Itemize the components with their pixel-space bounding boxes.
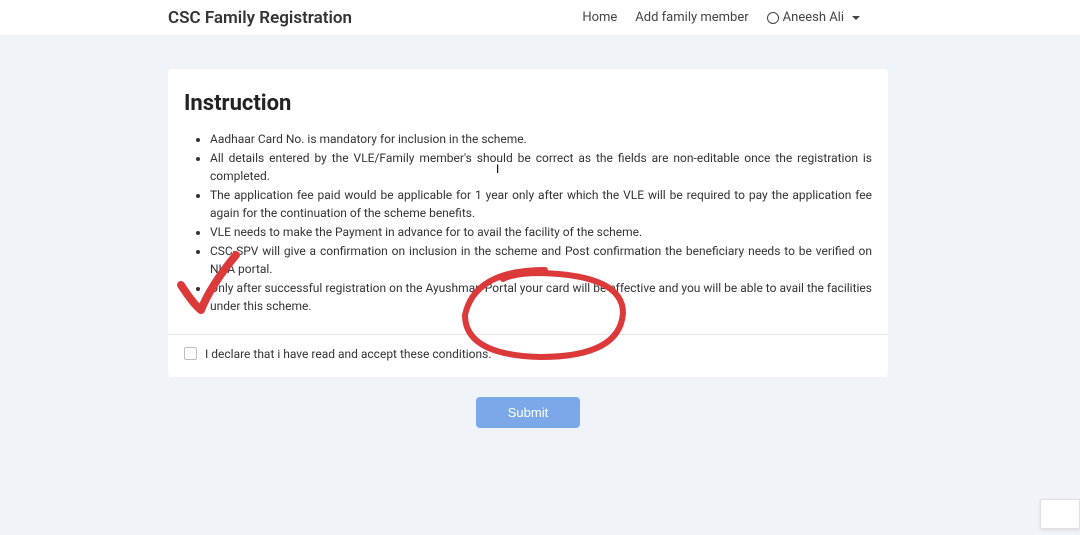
instruction-list: Aadhaar Card No. is mandatory for inclus… — [184, 130, 872, 316]
user-circle-icon — [767, 12, 779, 24]
instruction-heading: Instruction — [184, 91, 872, 116]
instruction-item: The application fee paid would be applic… — [210, 186, 872, 223]
instruction-card: Instruction Aadhaar Card No. is mandator… — [168, 69, 888, 377]
user-name-label: Aneesh Ali — [783, 10, 844, 25]
section-divider — [168, 334, 888, 335]
declaration-row: I declare that i have read and accept th… — [184, 347, 872, 361]
declare-label-text: I declare that i have read and accept th… — [205, 347, 492, 361]
user-menu-dropdown[interactable]: Aneesh Ali — [767, 10, 860, 25]
brand-title: CSC Family Registration — [168, 8, 352, 28]
recaptcha-badge — [1040, 499, 1080, 529]
declare-checkbox[interactable] — [184, 347, 197, 360]
instruction-item: All details entered by the VLE/Family me… — [210, 149, 872, 186]
top-navbar: CSC Family Registration Home Add family … — [0, 0, 1080, 35]
instruction-item: Only after successful registration on th… — [210, 279, 872, 316]
nav-right-group: Home Add family member Aneesh Ali — [582, 10, 1060, 25]
instruction-item: VLE needs to make the Payment in advance… — [210, 223, 872, 242]
nav-home-link[interactable]: Home — [582, 10, 617, 25]
submit-wrap: Submit — [168, 397, 888, 428]
main-container: Instruction Aadhaar Card No. is mandator… — [0, 35, 1080, 428]
submit-button[interactable]: Submit — [476, 397, 580, 428]
nav-add-member-link[interactable]: Add family member — [635, 10, 748, 25]
instruction-item: Aadhaar Card No. is mandatory for inclus… — [210, 130, 872, 149]
chevron-down-icon — [852, 16, 860, 20]
instruction-item: CSC-SPV will give a confirmation on incl… — [210, 242, 872, 279]
